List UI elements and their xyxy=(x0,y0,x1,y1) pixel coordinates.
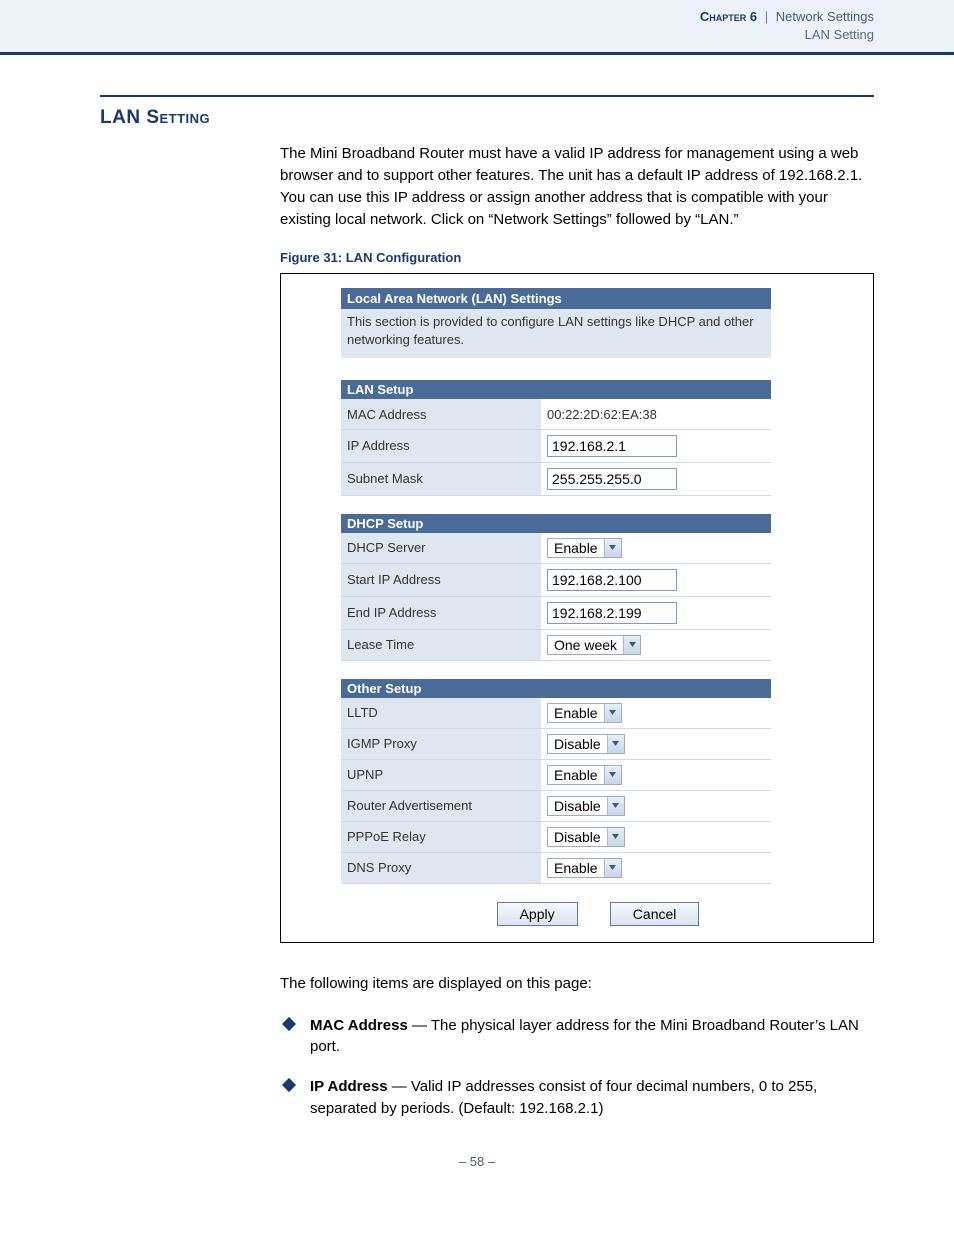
list-item: IP Address — Valid IP addresses consist … xyxy=(280,1076,874,1120)
router-advertisement-value: Disable xyxy=(548,797,607,815)
pppoe-relay-label: PPPoE Relay xyxy=(341,821,541,852)
panel-description: This section is provided to configure LA… xyxy=(341,309,771,358)
subnet-mask-label: Subnet Mask xyxy=(341,462,541,495)
chevron-down-icon xyxy=(607,797,624,815)
end-ip-label: End IP Address xyxy=(341,596,541,629)
chevron-down-icon xyxy=(604,539,621,557)
diamond-bullet-icon xyxy=(282,1017,296,1031)
chevron-down-icon xyxy=(607,828,624,846)
lease-time-value: One week xyxy=(548,636,623,654)
items-lead: The following items are displayed on thi… xyxy=(280,973,874,995)
upnp-label: UPNP xyxy=(341,759,541,790)
router-advertisement-label: Router Advertisement xyxy=(341,790,541,821)
dns-proxy-value: Enable xyxy=(548,859,604,877)
chevron-down-icon xyxy=(604,859,621,877)
section-title: LAN Setting xyxy=(100,107,874,129)
figure-caption: Figure 31: LAN Configuration xyxy=(280,250,874,265)
lltd-value: Enable xyxy=(548,704,604,722)
apply-button[interactable]: Apply xyxy=(497,902,578,926)
start-ip-input[interactable] xyxy=(547,569,677,591)
separator: | xyxy=(765,9,768,24)
page-header: Chapter 6 | Network Settings LAN Setting xyxy=(0,0,954,55)
chevron-down-icon xyxy=(604,766,621,784)
breadcrumb: Network Settings xyxy=(776,9,874,24)
lease-time-select[interactable]: One week xyxy=(547,635,641,655)
dhcp-server-value: Enable xyxy=(548,539,604,557)
igmp-proxy-select[interactable]: Disable xyxy=(547,734,625,754)
pppoe-relay-value: Disable xyxy=(548,828,607,846)
dns-proxy-select[interactable]: Enable xyxy=(547,858,622,878)
sub-breadcrumb: LAN Setting xyxy=(0,26,874,44)
lltd-select[interactable]: Enable xyxy=(547,703,622,723)
start-ip-label: Start IP Address xyxy=(341,563,541,596)
item-term: IP Address xyxy=(310,1078,388,1095)
upnp-select[interactable]: Enable xyxy=(547,765,622,785)
section-intro: The Mini Broadband Router must have a va… xyxy=(280,143,874,230)
igmp-proxy-label: IGMP Proxy xyxy=(341,728,541,759)
page-number: – 58 – xyxy=(0,1154,954,1169)
lltd-label: LLTD xyxy=(341,698,541,729)
pppoe-relay-select[interactable]: Disable xyxy=(547,827,625,847)
upnp-value: Enable xyxy=(548,766,604,784)
igmp-proxy-value: Disable xyxy=(548,735,607,753)
other-setup-table: Other Setup LLTD Enable IGMP Proxy Disab… xyxy=(341,679,771,884)
dns-proxy-label: DNS Proxy xyxy=(341,852,541,883)
cancel-button[interactable]: Cancel xyxy=(610,902,700,926)
end-ip-input[interactable] xyxy=(547,602,677,624)
dhcp-server-label: DHCP Server xyxy=(341,533,541,564)
lease-time-label: Lease Time xyxy=(341,629,541,660)
figure-box: Local Area Network (LAN) Settings This s… xyxy=(280,273,874,943)
diamond-bullet-icon xyxy=(282,1078,296,1092)
mac-address-label: MAC Address xyxy=(341,399,541,429)
router-advertisement-select[interactable]: Disable xyxy=(547,796,625,816)
chevron-down-icon xyxy=(604,704,621,722)
subnet-mask-input[interactable] xyxy=(547,468,677,490)
lan-setup-heading: LAN Setup xyxy=(341,380,771,399)
chevron-down-icon xyxy=(623,636,640,654)
dhcp-setup-heading: DHCP Setup xyxy=(341,514,771,533)
mac-address-value: 00:22:2D:62:EA:38 xyxy=(541,399,771,429)
item-list: MAC Address — The physical layer address… xyxy=(280,1015,874,1120)
dhcp-server-select[interactable]: Enable xyxy=(547,538,622,558)
lan-setup-table: LAN Setup MAC Address 00:22:2D:62:EA:38 … xyxy=(341,380,771,496)
ip-address-label: IP Address xyxy=(341,429,541,462)
dhcp-setup-table: DHCP Setup DHCP Server Enable Start IP A… xyxy=(341,514,771,661)
other-setup-heading: Other Setup xyxy=(341,679,771,698)
panel-title: Local Area Network (LAN) Settings xyxy=(341,288,771,309)
item-term: MAC Address xyxy=(310,1017,408,1034)
list-item: MAC Address — The physical layer address… xyxy=(280,1015,874,1059)
chapter-label: Chapter 6 xyxy=(700,9,757,24)
chevron-down-icon xyxy=(607,735,624,753)
ip-address-input[interactable] xyxy=(547,435,677,457)
section-rule xyxy=(100,95,874,97)
